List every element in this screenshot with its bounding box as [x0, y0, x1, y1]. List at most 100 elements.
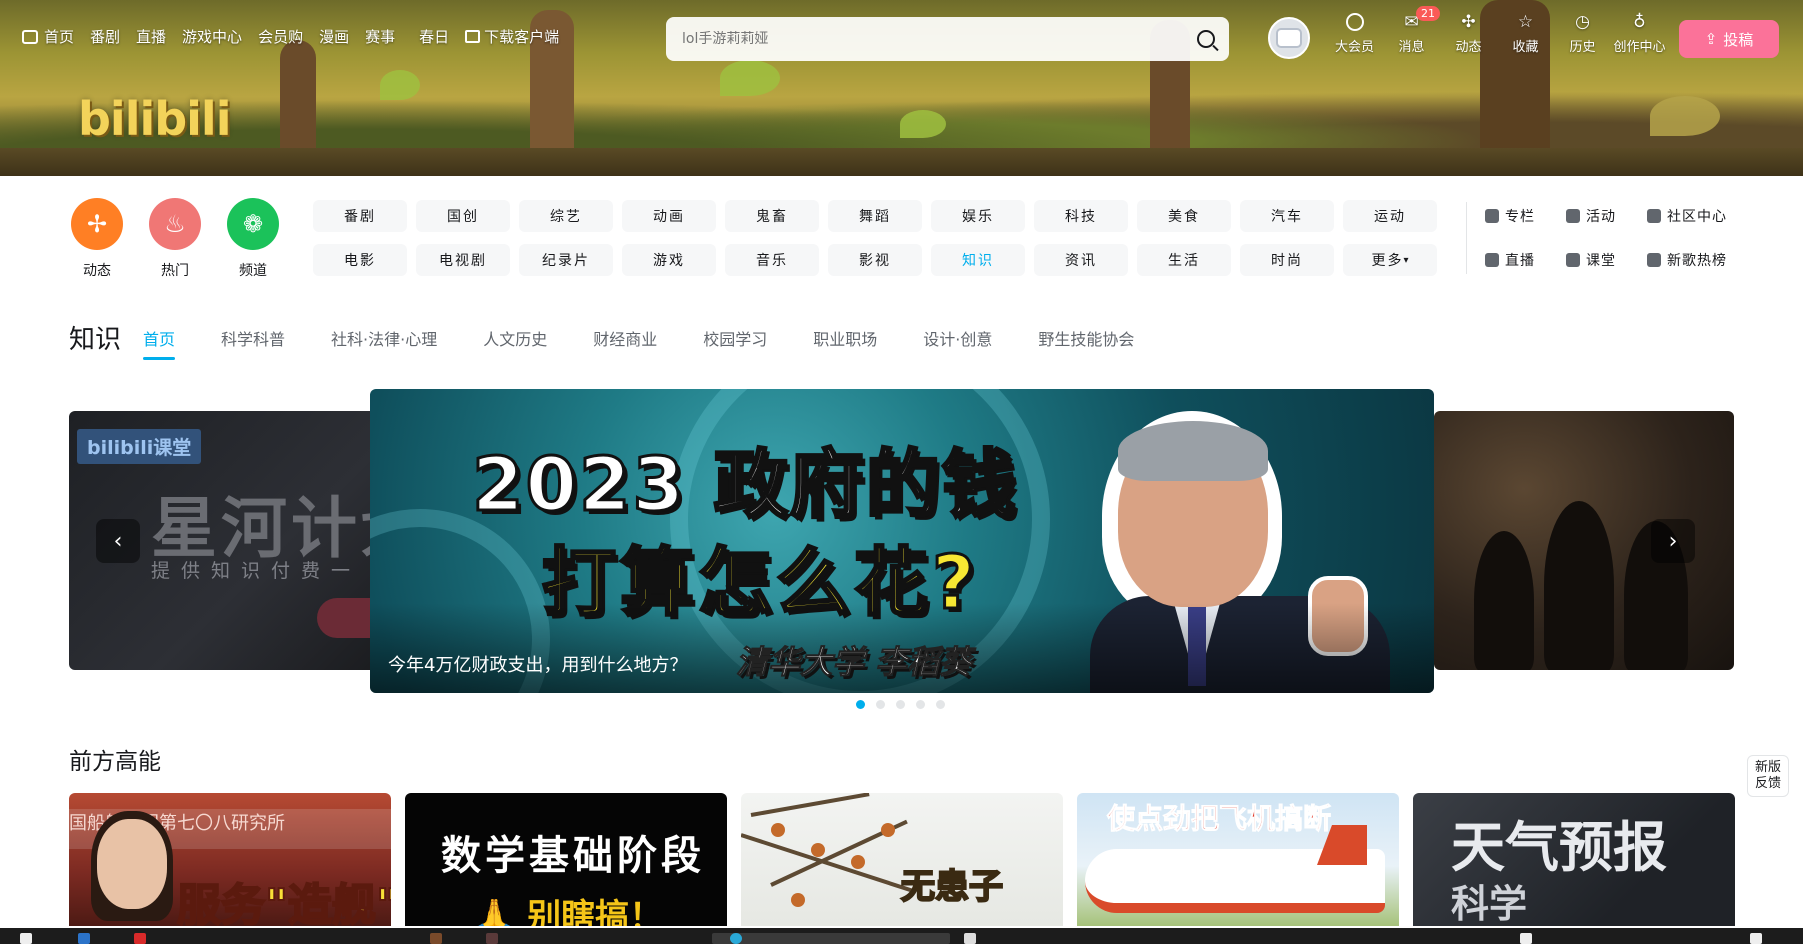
slide-caption: 今年4万亿财政支出，用到什么地方？	[388, 655, 688, 676]
channel-chip[interactable]: 汽车	[1240, 200, 1334, 232]
channel-more-button[interactable]: 更多 ▾	[1343, 244, 1437, 276]
search-input[interactable]	[682, 31, 1197, 47]
side-link-activity[interactable]: 活动	[1566, 200, 1647, 232]
taskbar-app-icon[interactable]	[134, 933, 146, 944]
flag-icon	[1566, 209, 1580, 223]
taskbar-app-icon[interactable]	[964, 933, 976, 944]
nav-bangumi[interactable]: 番剧	[90, 26, 120, 47]
carousel-dot[interactable]	[936, 700, 945, 709]
user-menu-vip[interactable]: 大会员	[1326, 12, 1383, 55]
video-card[interactable]: 数学基础阶段 🙏 别瞎搞！	[405, 793, 727, 926]
user-menu-history[interactable]: ◷ 历史	[1554, 12, 1611, 55]
side-link-label: 课堂	[1586, 253, 1616, 269]
column-icon	[1485, 209, 1499, 223]
banner-leaf	[900, 110, 946, 138]
video-card[interactable]: 使点劲把飞机搞断	[1077, 793, 1399, 926]
channel-chip[interactable]: 动画	[622, 200, 716, 232]
slide-tag: bilibili课堂	[77, 429, 202, 464]
channel-chip[interactable]: 国创	[416, 200, 510, 232]
channel-chip[interactable]: 运动	[1343, 200, 1437, 232]
carousel-slide-current[interactable]: 2023 政府的钱 打算怎么花? 今年4万亿财政支出，用到什么地方？ 清华大学 …	[370, 389, 1434, 693]
tv-icon	[22, 29, 38, 44]
user-menu-creator-center[interactable]: ♁ 创作中心	[1611, 12, 1668, 55]
avatar[interactable]	[1268, 17, 1310, 59]
tab-skills[interactable]: 野生技能协会	[1038, 326, 1134, 350]
channel-chip[interactable]: 影视	[828, 244, 922, 276]
quick-entry-dynamic[interactable]: ✢ 动态	[69, 198, 125, 280]
video-card[interactable]: 无患子	[741, 793, 1063, 926]
channel-chip-active[interactable]: 知识	[931, 244, 1025, 276]
nav-download-client[interactable]: 下载客户端	[465, 26, 559, 47]
user-menu-dynamic[interactable]: ✣ 动态	[1440, 12, 1497, 55]
channel-chip[interactable]: 游戏	[622, 244, 716, 276]
nav-mall[interactable]: 会员购	[258, 26, 303, 47]
nav-spring[interactable]: 春日	[419, 26, 449, 47]
tab-social-science[interactable]: 社科·法律·心理	[331, 326, 437, 350]
video-card[interactable]: 天气预报 科学	[1413, 793, 1735, 926]
upload-button[interactable]: ⇪ 投稿	[1679, 20, 1779, 58]
tab-home[interactable]: 首页	[143, 326, 176, 360]
channel-chip[interactable]: 综艺	[519, 200, 613, 232]
video-card[interactable]: 国船舶集团第七〇八研究所 服务"造舰"	[69, 793, 391, 926]
taskbar-app-icon[interactable]	[430, 933, 442, 944]
channel-chip[interactable]: 科技	[1034, 200, 1128, 232]
channel-chip[interactable]: 电影	[313, 244, 407, 276]
quick-entry-hot[interactable]: ♨ 热门	[147, 198, 203, 280]
page-title: 知识	[69, 325, 122, 355]
channel-chip[interactable]: 舞蹈	[828, 200, 922, 232]
user-menu-favorites[interactable]: ☆ 收藏	[1497, 12, 1554, 55]
user-menu-message[interactable]: ✉ 21 消息	[1383, 6, 1440, 55]
tab-campus[interactable]: 校园学习	[703, 326, 767, 350]
tab-career[interactable]: 职业职场	[813, 326, 877, 350]
channel-chip[interactable]: 音乐	[725, 244, 819, 276]
channel-chip[interactable]: 时尚	[1240, 244, 1334, 276]
tab-science[interactable]: 科学科普	[221, 326, 285, 350]
carousel-dot[interactable]	[856, 700, 865, 709]
windows-icon[interactable]	[20, 933, 32, 944]
taskbar-active-window[interactable]	[712, 933, 950, 944]
tab-humanities[interactable]: 人文历史	[483, 326, 547, 350]
music-icon	[1647, 253, 1661, 267]
channel-chip[interactable]: 生活	[1137, 244, 1231, 276]
nav-game-center[interactable]: 游戏中心	[182, 26, 242, 47]
side-link-column[interactable]: 专栏	[1485, 200, 1566, 232]
channel-chip[interactable]: 美食	[1137, 200, 1231, 232]
channel-chip[interactable]: 资讯	[1034, 244, 1128, 276]
side-link-class[interactable]: 课堂	[1566, 244, 1647, 276]
nav-match[interactable]: 赛事	[365, 26, 395, 47]
side-link-music-chart[interactable]: 新歌热榜	[1647, 244, 1747, 276]
tab-finance[interactable]: 财经商业	[593, 326, 657, 350]
carousel-dot[interactable]	[896, 700, 905, 709]
channel-chip[interactable]: 娱乐	[931, 200, 1025, 232]
card-cover-text: 使点劲把飞机搞断	[1106, 802, 1332, 836]
side-link-label: 社区中心	[1667, 209, 1727, 225]
carousel-dot[interactable]	[916, 700, 925, 709]
tab-design[interactable]: 设计·创意	[923, 326, 992, 350]
carousel-dot[interactable]	[876, 700, 885, 709]
feedback-button[interactable]: 新版 反馈	[1747, 755, 1789, 797]
bilibili-logo[interactable]: bilibili	[78, 92, 231, 146]
side-link-live[interactable]: 直播	[1485, 244, 1566, 276]
search-icon[interactable]	[1197, 30, 1215, 48]
channel-chip[interactable]: 鬼畜	[725, 200, 819, 232]
taskbar-app-icon[interactable]	[486, 933, 498, 944]
side-link-community[interactable]: 社区中心	[1647, 200, 1747, 232]
nav-live[interactable]: 直播	[136, 26, 166, 47]
channel-chip[interactable]: 电视剧	[416, 244, 510, 276]
quick-entry-channel[interactable]: ❁ 频道	[225, 198, 281, 280]
nav-manga[interactable]: 漫画	[319, 26, 349, 47]
browser-icon	[730, 933, 742, 944]
upload-label: 投稿	[1723, 30, 1754, 49]
tray-icon[interactable]	[1750, 933, 1762, 944]
carousel-prev-button[interactable]: ‹	[96, 519, 140, 563]
tray-icon[interactable]	[1520, 933, 1532, 944]
user-menu-label: 历史	[1569, 40, 1596, 55]
card-cover-text: 数学基础阶段	[441, 833, 705, 879]
taskbar-app-icon[interactable]	[78, 933, 90, 944]
nav-home[interactable]: 首页	[22, 26, 74, 47]
channel-chip[interactable]: 纪录片	[519, 244, 613, 276]
card-cover-text: 服务"造舰"	[176, 879, 391, 926]
channel-chip[interactable]: 番剧	[313, 200, 407, 232]
carousel-next-button[interactable]: ›	[1651, 519, 1695, 563]
silhouette	[1474, 531, 1534, 670]
